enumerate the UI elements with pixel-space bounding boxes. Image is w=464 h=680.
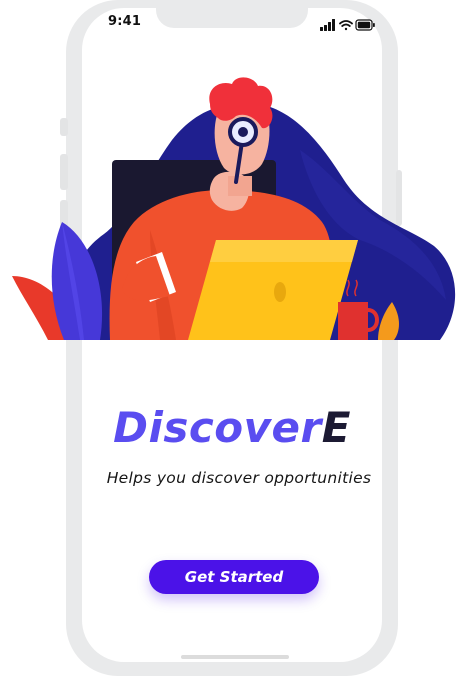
hero-illustration: [12, 77, 456, 340]
app-tagline: Helps you discover opportunities: [106, 469, 372, 487]
home-indicator[interactable]: [181, 655, 289, 659]
app-title: DiscoverE: [0, 403, 464, 452]
app-title-accent: E: [321, 403, 351, 452]
get-started-button[interactable]: Get Started: [149, 560, 319, 594]
app-title-main: Discover: [113, 403, 322, 452]
leaf-icon: [51, 222, 103, 340]
